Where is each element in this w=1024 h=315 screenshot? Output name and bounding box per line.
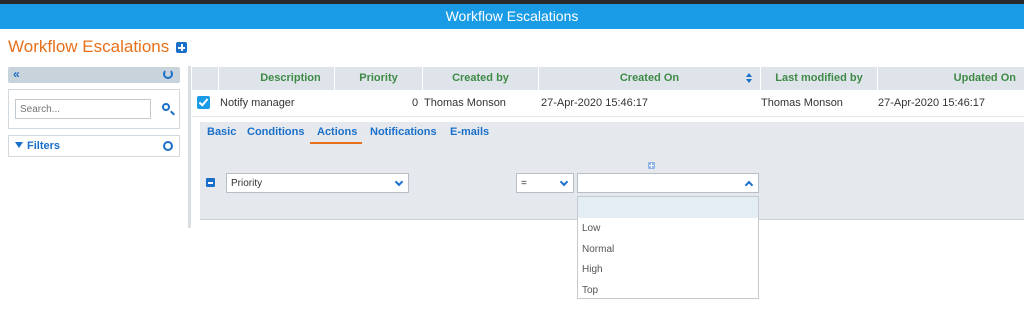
grid-header: Description Priority Created by Created … xyxy=(192,67,1024,90)
column-header-created-by[interactable]: Created by xyxy=(422,67,538,90)
cell-created-on: 27-Apr-2020 15:46:17 xyxy=(541,97,649,109)
dropdown-option-high[interactable]: High xyxy=(578,259,758,280)
tab-notifications[interactable]: Notifications xyxy=(370,126,437,138)
column-header-created-on-label: Created On xyxy=(619,72,680,84)
value-dropdown-list: Low Normal High Top xyxy=(577,196,759,299)
cell-priority: 0 xyxy=(412,97,419,109)
tab-basic[interactable]: Basic xyxy=(207,126,236,138)
column-header-updated-on[interactable]: Updated On xyxy=(877,67,1024,90)
page-title: Workflow Escalations xyxy=(8,37,170,56)
tab-conditions[interactable]: Conditions xyxy=(247,126,304,138)
dropdown-option-normal[interactable]: Normal xyxy=(578,239,758,260)
action-field-value: Priority xyxy=(231,178,263,189)
double-chevron-left-icon[interactable]: « xyxy=(13,67,20,82)
active-tab-indicator xyxy=(310,142,362,144)
column-header-last-modified-by[interactable]: Last modified by xyxy=(760,67,877,90)
cell-last-modified-by: Thomas Monson xyxy=(761,97,843,109)
cell-description: Notify manager xyxy=(220,97,295,109)
search-input[interactable] xyxy=(15,99,151,119)
select-column-header xyxy=(192,67,218,90)
circle-icon[interactable] xyxy=(163,141,173,151)
chevron-down-icon xyxy=(559,177,569,187)
cell-created-by: Thomas Monson xyxy=(424,97,506,109)
action-operator-select[interactable]: = xyxy=(516,173,574,193)
dropdown-option-empty[interactable] xyxy=(578,197,758,218)
dropdown-option-top[interactable]: Top xyxy=(578,280,758,301)
window-titlebar: Workflow Escalations xyxy=(0,4,1024,29)
filters-panel[interactable]: Filters xyxy=(8,135,180,157)
dropdown-option-low[interactable]: Low xyxy=(578,218,758,239)
action-operator-value: = xyxy=(521,178,527,189)
chevron-up-icon xyxy=(744,180,754,190)
remove-action-icon[interactable] xyxy=(206,178,215,187)
funnel-icon xyxy=(15,142,23,148)
cell-updated-on: 27-Apr-2020 15:46:17 xyxy=(878,97,986,109)
chevron-down-icon xyxy=(394,177,404,187)
sidebar-header: « xyxy=(8,67,180,83)
row-checkbox[interactable] xyxy=(197,96,210,109)
refresh-icon[interactable] xyxy=(163,69,173,79)
action-value-select[interactable] xyxy=(577,173,759,193)
column-header-priority[interactable]: Priority xyxy=(334,67,422,90)
tab-actions[interactable]: Actions xyxy=(317,126,357,138)
filters-label: Filters xyxy=(27,140,61,152)
table-row[interactable]: Notify manager 0 Thomas Monson 27-Apr-20… xyxy=(192,90,1024,117)
tab-emails[interactable]: E-mails xyxy=(450,126,489,138)
sidebar: « Filters xyxy=(0,64,189,229)
search-icon[interactable] xyxy=(162,103,170,111)
add-icon[interactable] xyxy=(176,42,187,53)
splitter[interactable] xyxy=(188,66,191,228)
add-action-icon[interactable] xyxy=(648,162,655,169)
column-header-created-on[interactable]: Created On xyxy=(538,67,760,90)
action-field-select[interactable]: Priority xyxy=(226,173,409,193)
search-panel xyxy=(8,89,180,129)
sort-icon[interactable] xyxy=(746,71,752,85)
